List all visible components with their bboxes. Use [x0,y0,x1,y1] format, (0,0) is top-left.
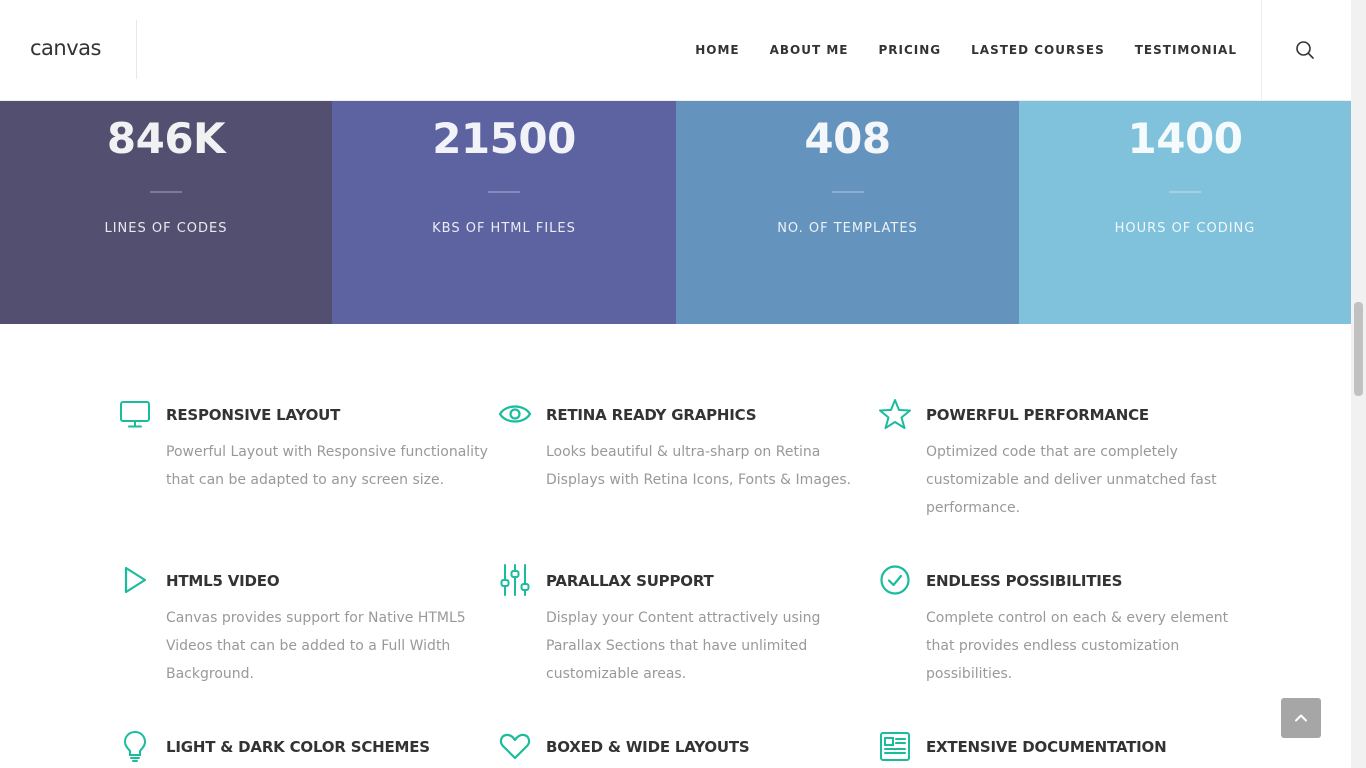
feature-title: RESPONSIVE LAYOUT [166,406,341,424]
feature-description: Display your Content attractively using … [546,610,821,682]
feature-title: EXTENSIVE DOCUMENTATION [926,738,1167,756]
site-logo[interactable]: canvas [30,36,101,60]
feature-description: Looks beautiful & ultra-sharp on Retina … [546,444,852,488]
feature-parallax-support: PARALLAX SUPPORT Display your Content at… [500,564,876,688]
stat-label: LINES OF CODES [104,221,228,236]
stat-value: 1400 [1127,114,1243,163]
feature-endless-possibilities: ENDLESS POSSIBILITIES Complete control o… [880,565,1256,688]
feature-title: POWERFUL PERFORMANCE [926,406,1149,424]
feature-description: Complete control on each & every element… [926,610,1229,682]
star-icon [878,397,912,431]
feature-description: Powerful Layout with Responsive function… [166,444,488,488]
feature-light-dark-color-schemes: LIGHT & DARK COLOR SCHEMES [123,730,496,762]
stat-no-of-templates: 408 NO. OF TEMPLATES [676,100,1019,324]
document-icon [878,729,912,763]
stat-divider [831,191,864,193]
feature-title: HTML5 VIDEO [166,572,280,590]
stat-label: HOURS OF CODING [1114,221,1256,236]
nav-home[interactable]: HOME [695,43,739,57]
chevron-up-icon [1295,714,1307,722]
feature-powerful-performance: POWERFUL PERFORMANCE Optimized code that… [879,399,1256,522]
nav-divider [1261,0,1262,100]
feature-boxed-wide-layouts: BOXED & WIDE LAYOUTS [499,733,876,760]
search-icon[interactable] [1293,38,1317,62]
stat-value: 21500 [432,114,576,163]
nav-testimonial[interactable]: TESTIMONIAL [1135,43,1237,57]
main-nav: HOME ABOUT ME PRICING LASTED COURSES TES… [665,0,1237,100]
feature-description: Optimized code that are completely custo… [926,444,1217,516]
feature-title: LIGHT & DARK COLOR SCHEMES [166,738,430,756]
nav-pricing[interactable]: PRICING [878,43,941,57]
lightbulb-icon [118,729,152,763]
scrollbar-thumb[interactable] [1354,302,1363,396]
nav-about-me[interactable]: ABOUT ME [770,43,849,57]
site-header: canvas HOME ABOUT ME PRICING LASTED COUR… [0,0,1351,101]
sliders-icon [498,563,532,597]
feature-title: ENDLESS POSSIBILITIES [926,572,1123,590]
stat-kbs-of-html-files: 21500 KBS OF HTML FILES [332,100,676,324]
stat-label: KBS OF HTML FILES [432,221,576,236]
page-scrollbar[interactable] [1351,0,1366,768]
check-circle-icon [878,563,912,597]
feature-title: RETINA READY GRAPHICS [546,406,757,424]
stat-hours-of-coding: 1400 HOURS OF CODING [1019,100,1351,324]
nav-lasted-courses[interactable]: LASTED COURSES [971,43,1105,57]
logo-divider [136,20,137,79]
stat-divider [488,191,520,193]
stat-lines-of-codes: 846K LINES OF CODES [0,100,332,324]
monitor-icon [118,397,152,431]
eye-icon [498,397,532,431]
feature-description: Canvas provides support for Native HTML5… [166,610,466,682]
stat-value: 408 [804,114,891,163]
feature-title: BOXED & WIDE LAYOUTS [546,738,750,756]
feature-responsive-layout: RESPONSIVE LAYOUT Powerful Layout with R… [120,401,496,494]
back-to-top-button[interactable] [1281,698,1321,738]
feature-html5-video: HTML5 VIDEO Canvas provides support for … [124,566,496,688]
feature-retina-ready-graphics: RETINA READY GRAPHICS Looks beautiful & … [498,405,876,494]
stat-value: 846K [106,114,226,163]
stat-divider [150,191,182,193]
stat-label: NO. OF TEMPLATES [777,221,918,236]
feature-extensive-documentation: EXTENSIVE DOCUMENTATION [880,732,1256,761]
feature-title: PARALLAX SUPPORT [546,572,714,590]
stat-divider [1169,191,1201,193]
play-icon [118,563,152,597]
stats-section: 846K LINES OF CODES 21500 KBS OF HTML FI… [0,100,1351,324]
heart-icon [498,729,532,763]
